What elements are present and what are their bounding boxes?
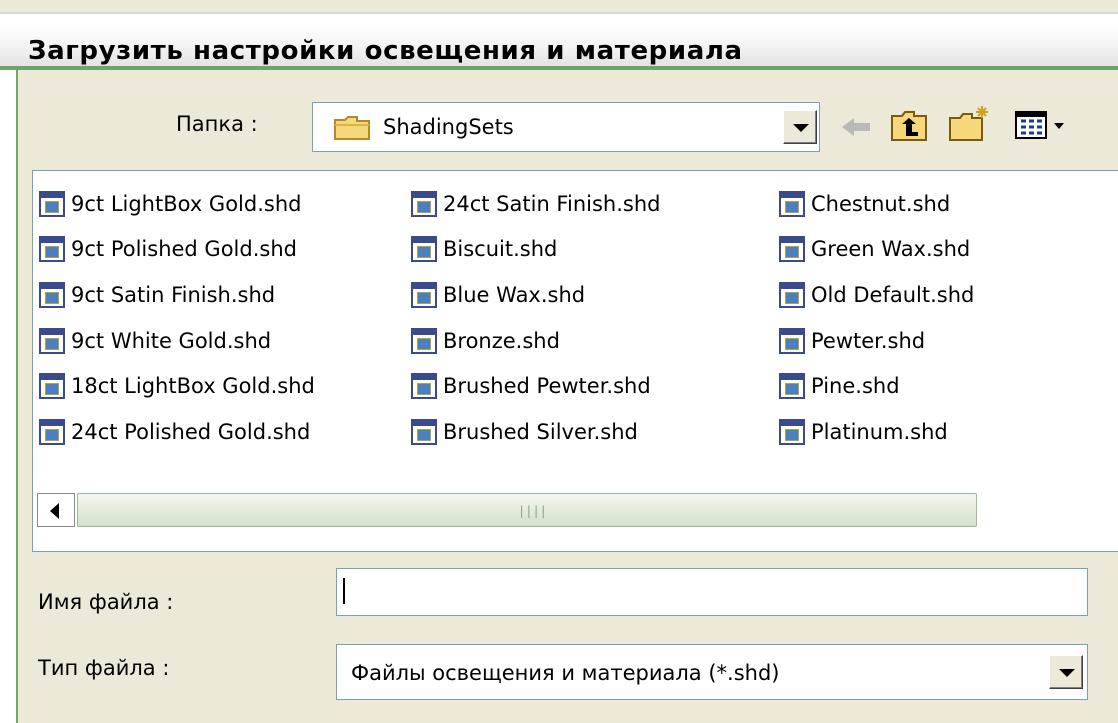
list-item[interactable]: 24ct Polished Gold.shd bbox=[39, 417, 310, 447]
list-item[interactable]: Platinum.shd bbox=[779, 417, 948, 447]
title-bar-border bbox=[0, 66, 1118, 70]
shd-file-icon bbox=[411, 236, 437, 262]
list-item[interactable]: Biscuit.shd bbox=[411, 234, 557, 264]
grip-icon: |||| bbox=[518, 504, 547, 518]
folder-label: Папка : bbox=[176, 112, 258, 136]
shd-file-icon bbox=[779, 282, 805, 308]
text-caret bbox=[343, 578, 345, 604]
filetype-value: Файлы освещения и материала (*.shd) bbox=[351, 661, 780, 685]
file-list[interactable]: 9ct LightBox Gold.shd 9ct Polished Gold.… bbox=[32, 170, 1118, 552]
list-item[interactable]: 9ct LightBox Gold.shd bbox=[39, 189, 301, 219]
horizontal-scrollbar[interactable]: |||| bbox=[37, 491, 981, 529]
load-settings-dialog: Загрузить настройки освещения и материал… bbox=[0, 0, 1118, 723]
list-item[interactable]: 9ct White Gold.shd bbox=[39, 326, 271, 356]
list-item[interactable]: 9ct Polished Gold.shd bbox=[39, 234, 297, 264]
shd-file-icon bbox=[411, 373, 437, 399]
shd-file-icon bbox=[779, 328, 805, 354]
list-item[interactable]: Blue Wax.shd bbox=[411, 280, 585, 310]
list-item[interactable]: Pine.shd bbox=[779, 371, 900, 401]
shd-file-icon bbox=[39, 282, 65, 308]
shd-file-icon bbox=[779, 191, 805, 217]
list-item[interactable]: Bronze.shd bbox=[411, 326, 560, 356]
title-bar[interactable]: Загрузить настройки освещения и материал… bbox=[0, 12, 1118, 68]
shd-file-icon bbox=[39, 419, 65, 445]
list-item[interactable]: 9ct Satin Finish.shd bbox=[39, 280, 275, 310]
shd-file-icon bbox=[39, 236, 65, 262]
chevron-down-icon bbox=[793, 124, 809, 132]
list-item[interactable]: Old Default.shd bbox=[779, 280, 974, 310]
filetype-dropdown[interactable]: Файлы освещения и материала (*.shd) bbox=[336, 644, 1088, 700]
shd-file-icon bbox=[779, 419, 805, 445]
shd-file-icon bbox=[411, 282, 437, 308]
list-item[interactable]: Brushed Pewter.shd bbox=[411, 371, 651, 401]
folder-name: ShadingSets bbox=[383, 115, 514, 139]
folder-dropdown-button[interactable] bbox=[783, 110, 817, 144]
chevron-left-icon bbox=[50, 503, 59, 519]
shd-file-icon bbox=[779, 236, 805, 262]
window-frame-left bbox=[0, 70, 18, 723]
filetype-dropdown-button[interactable] bbox=[1049, 655, 1083, 689]
shd-file-icon bbox=[411, 419, 437, 445]
list-item[interactable]: 18ct LightBox Gold.shd bbox=[39, 371, 315, 401]
filename-input[interactable] bbox=[336, 568, 1088, 616]
shd-file-icon bbox=[39, 373, 65, 399]
shd-file-icon bbox=[411, 328, 437, 354]
filetype-label: Тип файла : bbox=[38, 656, 170, 680]
shd-file-icon bbox=[39, 191, 65, 217]
chevron-down-icon bbox=[1059, 669, 1075, 677]
list-item[interactable]: Green Wax.shd bbox=[779, 234, 970, 264]
dialog-title: Загрузить настройки освещения и материал… bbox=[28, 36, 743, 66]
filename-label: Имя файла : bbox=[38, 590, 174, 614]
list-item[interactable]: Chestnut.shd bbox=[779, 189, 950, 219]
shd-file-icon bbox=[411, 191, 437, 217]
scroll-left-button[interactable] bbox=[37, 493, 75, 527]
scrollbar-thumb[interactable]: |||| bbox=[77, 493, 977, 527]
view-menu-icon[interactable] bbox=[1014, 108, 1070, 142]
folder-icon bbox=[334, 116, 370, 140]
list-item[interactable]: Brushed Silver.shd bbox=[411, 417, 638, 447]
shd-file-icon bbox=[779, 373, 805, 399]
folder-dropdown[interactable]: ShadingSets bbox=[312, 102, 820, 152]
list-item[interactable]: Pewter.shd bbox=[779, 326, 925, 356]
up-folder-icon[interactable] bbox=[890, 108, 930, 144]
shd-file-icon bbox=[39, 328, 65, 354]
new-folder-icon[interactable] bbox=[946, 104, 992, 144]
list-item[interactable]: 24ct Satin Finish.shd bbox=[411, 189, 660, 219]
back-arrow-icon[interactable] bbox=[838, 114, 874, 140]
